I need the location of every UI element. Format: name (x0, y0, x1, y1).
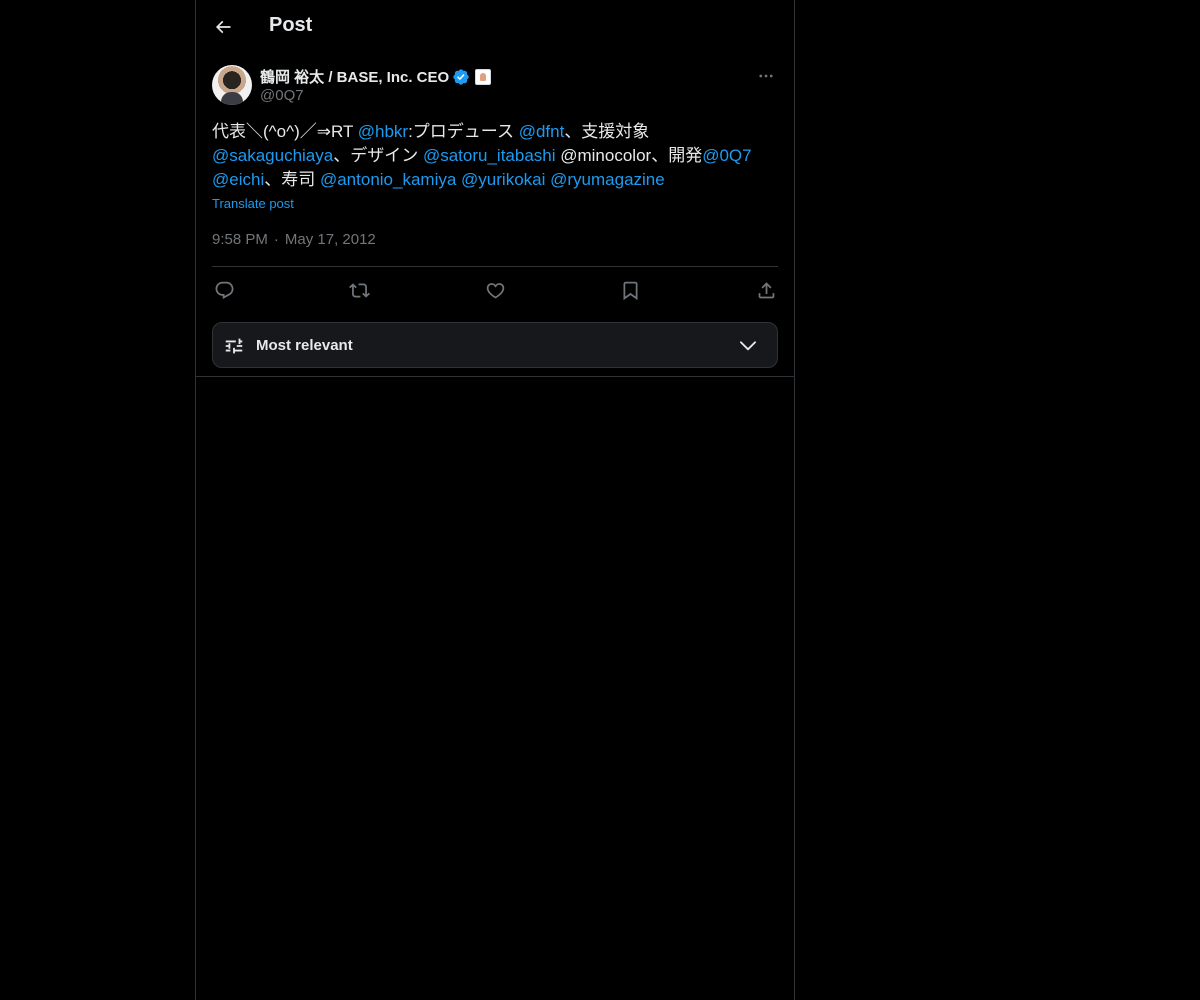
verified-badge-icon[interactable] (452, 68, 470, 86)
avatar[interactable] (212, 65, 252, 105)
mention-link[interactable]: @eichi (212, 170, 264, 189)
chevron-down-icon (740, 341, 756, 351)
mention-link[interactable]: @antonio_kamiya (320, 170, 456, 189)
back-button[interactable] (208, 12, 238, 42)
tweet-text-segment: :プロデュース (408, 122, 519, 141)
divider (212, 266, 778, 267)
more-horizontal-icon (759, 74, 773, 78)
mention-link[interactable]: @yurikokai (461, 170, 545, 189)
share-icon (758, 281, 774, 298)
translate-post-link[interactable]: Translate post (212, 196, 294, 211)
bookmark-icon (623, 281, 638, 300)
heart-icon (486, 282, 504, 299)
more-options-button[interactable] (754, 64, 778, 88)
tweet-time[interactable]: 9:58 PM (212, 231, 268, 248)
tweet-text-segment: @minocolor、開発 (555, 146, 703, 165)
repost-icon (349, 282, 370, 298)
timestamp-separator: · (273, 231, 279, 248)
bookmark-button[interactable] (619, 278, 643, 302)
section-divider (196, 376, 794, 377)
like-button[interactable] (483, 278, 507, 302)
tweet-text: 代表＼(^o^)／⇒RT @hbkr:プロデュース @dfnt、支援対象 @sa… (212, 120, 778, 192)
mention-link[interactable]: @hbkr (358, 122, 408, 141)
author-display-name[interactable]: 鶴岡 裕太 / BASE, Inc. CEO (260, 66, 449, 87)
author-row: 鶴岡 裕太 / BASE, Inc. CEO @0Q7 (212, 64, 778, 106)
mention-link[interactable]: @0Q7 (702, 146, 751, 165)
mention-link[interactable]: @dfnt (519, 122, 565, 141)
sliders-icon (225, 338, 243, 354)
tweet-text-segment: 代表＼(^o^)／⇒RT (212, 122, 358, 141)
arrow-left-icon (215, 20, 231, 34)
mention-link[interactable]: @ryumagazine (550, 170, 665, 189)
sort-label: Most relevant (256, 337, 353, 354)
reply-sort-dropdown[interactable]: Most relevant (212, 322, 778, 368)
action-bar (212, 278, 778, 302)
tweet-text-segment: 、寿司 (264, 170, 320, 189)
mention-link[interactable]: @satoru_itabashi (423, 146, 556, 165)
reply-button[interactable] (212, 278, 236, 302)
share-button[interactable] (754, 278, 778, 302)
primary-column: Post 鶴岡 裕太 / BASE, Inc. CEO @0Q7 代表＼(^o^… (195, 0, 795, 1000)
tweet-text-segment: 、デザイン (333, 146, 423, 165)
affiliate-badge-icon[interactable] (475, 68, 492, 85)
timestamp: 9:58 PM · May 17, 2012 (212, 231, 376, 248)
repost-button[interactable] (348, 278, 372, 302)
name-line: 鶴岡 裕太 / BASE, Inc. CEO (260, 66, 492, 87)
author-handle[interactable]: @0Q7 (260, 87, 304, 104)
mention-link[interactable]: @sakaguchiaya (212, 146, 333, 165)
page-header: Post (196, 0, 794, 53)
tweet-date[interactable]: May 17, 2012 (285, 231, 376, 248)
reply-icon (215, 281, 233, 299)
tweet-text-segment: 、支援対象 (564, 122, 650, 141)
page-title: Post (269, 14, 313, 36)
